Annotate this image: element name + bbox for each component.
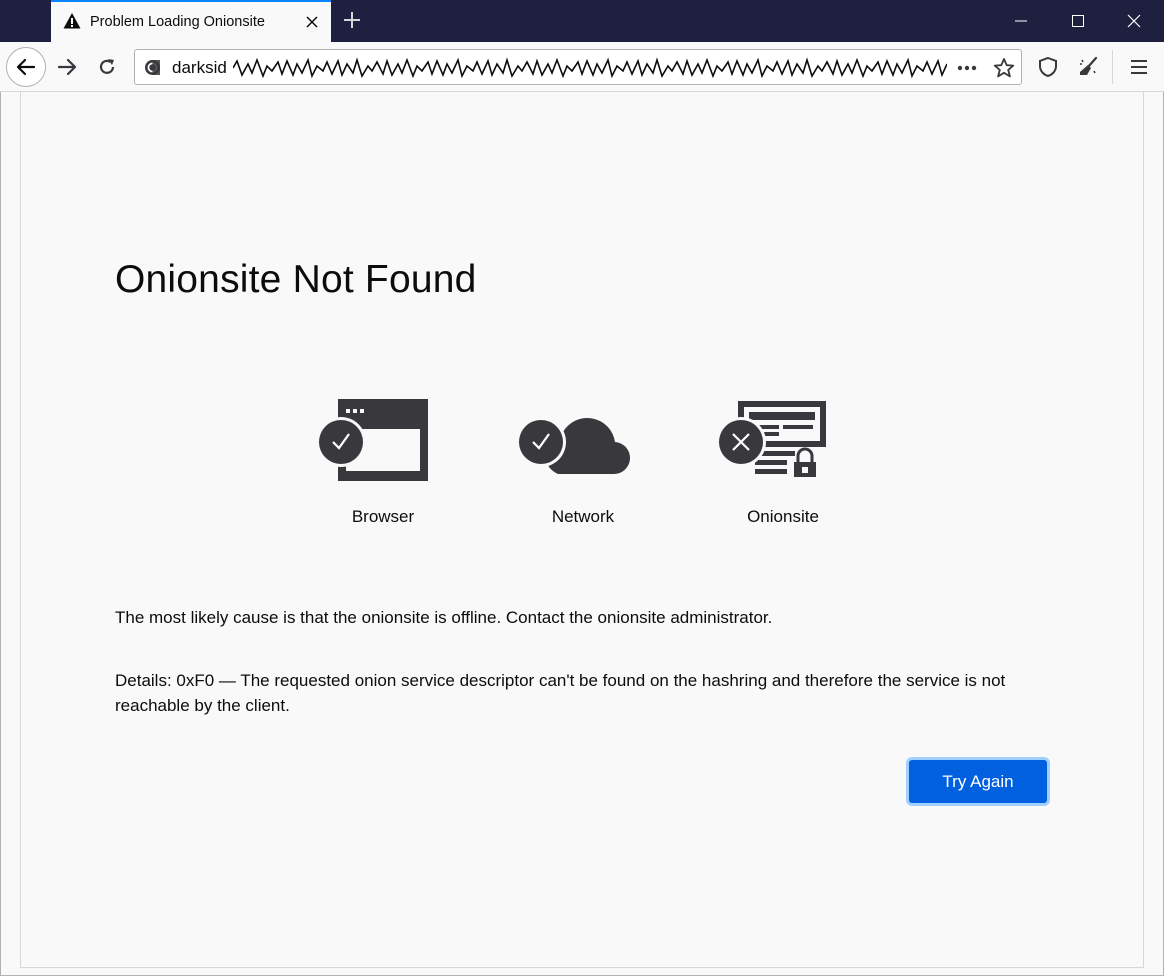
minimize-icon[interactable] [993,0,1049,42]
new-identity-broom-icon[interactable] [1071,50,1105,84]
back-arrow-icon [16,58,36,76]
onionsite-server-icon [716,401,826,478]
tab-strip: Problem Loading Onionsite [0,0,1164,42]
try-again-button[interactable]: Try Again [909,760,1047,803]
reload-icon [99,59,115,74]
browser-icon [316,399,428,481]
reload-button[interactable] [90,50,124,84]
status-network: Network [513,396,653,536]
toolbar-separator [1112,50,1113,84]
url-bar[interactable]: darksid [134,49,1022,85]
status-label-onionsite: Onionsite [747,507,819,526]
url-redaction-scribble [232,56,948,80]
onion-icon [144,59,161,76]
status-browser: Browser [313,396,453,536]
maximize-icon[interactable] [1050,0,1106,42]
status-onionsite: Onionsite [713,396,853,536]
cloud-icon [516,417,631,475]
url-text: darksid [172,58,227,77]
close-icon[interactable] [1106,0,1162,42]
status-label-network: Network [551,507,615,526]
warning-icon [63,12,81,30]
bookmark-star-icon[interactable] [992,56,1016,80]
error-details-text: Details: 0xF0 — The requested onion serv… [115,671,1006,715]
forward-arrow-icon [57,58,77,76]
error-cause-text: The most likely cause is that the onions… [115,608,773,627]
forward-button[interactable] [50,50,84,84]
page-title: Onionsite Not Found [115,258,477,301]
navigation-toolbar: darksid [0,42,1164,92]
hamburger-menu-icon[interactable] [1122,50,1156,84]
page-actions-menu-icon[interactable] [955,56,979,80]
tab-close-icon[interactable] [301,11,323,33]
tab-active[interactable]: Problem Loading Onionsite [51,0,331,42]
new-tab-icon[interactable] [340,8,364,32]
back-button[interactable] [6,47,46,87]
status-label-browser: Browser [351,507,415,526]
security-shield-icon[interactable] [1031,50,1065,84]
tab-title: Problem Loading Onionsite [90,14,265,30]
padlock-icon [793,447,817,478]
